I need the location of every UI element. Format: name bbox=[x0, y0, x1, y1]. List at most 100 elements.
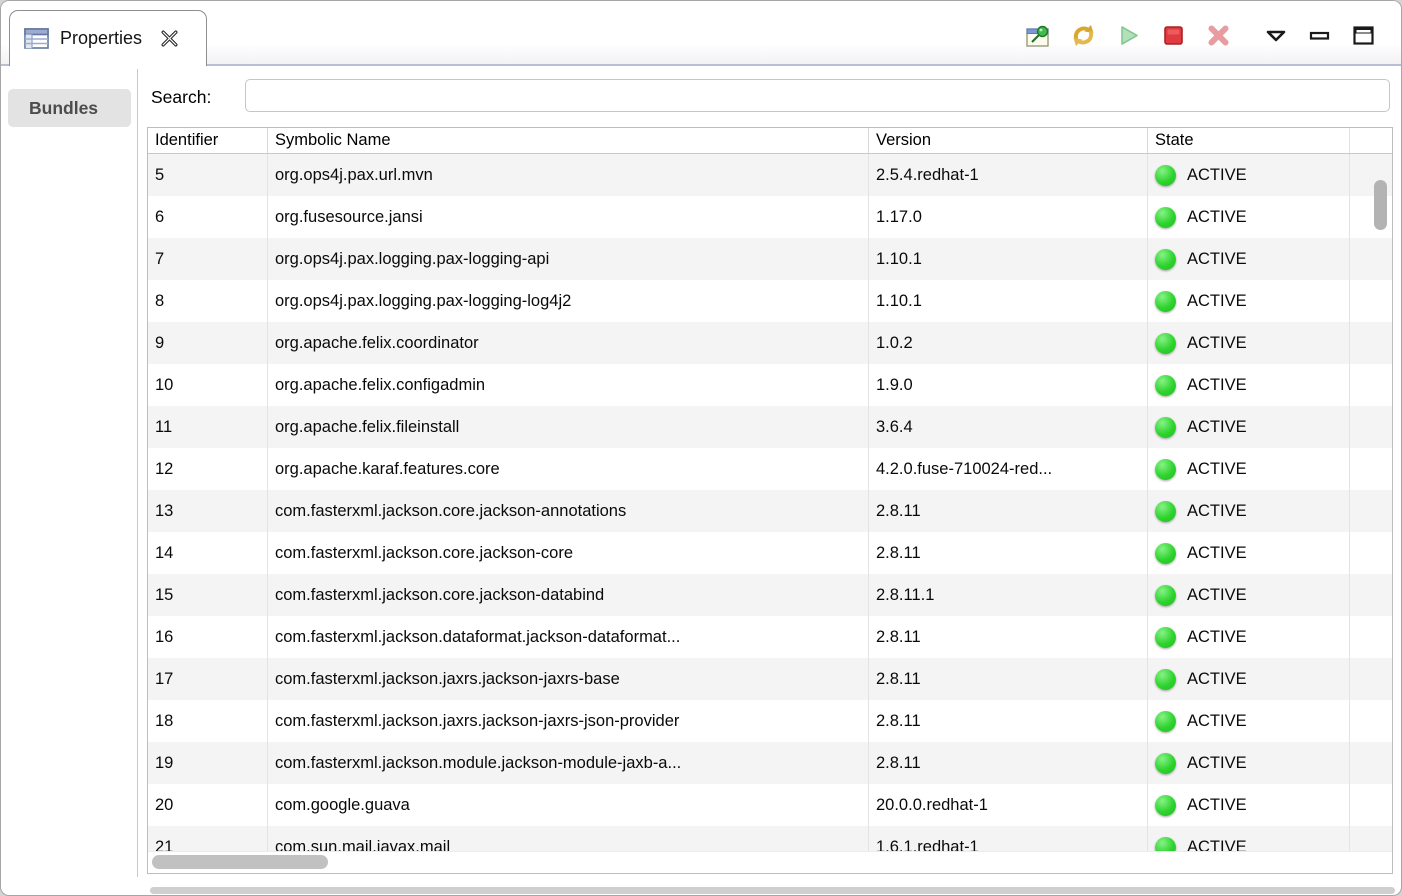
table-row[interactable]: 11 org.apache.felix.fileinstall 3.6.4 AC… bbox=[148, 406, 1392, 448]
active-state-icon bbox=[1155, 669, 1176, 690]
tab-bar: Properties bbox=[1, 1, 1401, 66]
cell-symbolic-name: org.fusesource.jansi bbox=[267, 196, 868, 238]
table-row[interactable]: 10 org.apache.felix.configadmin 1.9.0 AC… bbox=[148, 364, 1392, 406]
active-state-icon bbox=[1155, 249, 1176, 270]
cell-state: ACTIVE bbox=[1147, 574, 1349, 616]
sidebar: Bundles bbox=[1, 66, 138, 895]
table-row[interactable]: 15 com.fasterxml.jackson.core.jackson-da… bbox=[148, 574, 1392, 616]
table-row[interactable]: 16 com.fasterxml.jackson.dataformat.jack… bbox=[148, 616, 1392, 658]
cell-filler bbox=[1349, 322, 1392, 364]
minimize-button[interactable] bbox=[1306, 22, 1333, 49]
cell-filler bbox=[1349, 406, 1392, 448]
table-row[interactable]: 13 com.fasterxml.jackson.core.jackson-an… bbox=[148, 490, 1392, 532]
table-row[interactable]: 6 org.fusesource.jansi 1.17.0 ACTIVE bbox=[148, 196, 1392, 238]
state-label: ACTIVE bbox=[1187, 502, 1247, 521]
horizontal-scrollbar-thumb[interactable] bbox=[152, 855, 328, 869]
cell-version: 2.5.4.redhat-1 bbox=[868, 154, 1147, 196]
cell-version: 1.10.1 bbox=[868, 280, 1147, 322]
cell-symbolic-name: com.fasterxml.jackson.core.jackson-core bbox=[267, 532, 868, 574]
active-state-icon bbox=[1155, 375, 1176, 396]
bottom-sash[interactable] bbox=[150, 887, 1395, 894]
close-icon[interactable] bbox=[159, 28, 180, 49]
cell-version: 2.8.11 bbox=[868, 616, 1147, 658]
stop-button[interactable] bbox=[1160, 22, 1187, 49]
active-state-icon bbox=[1155, 501, 1176, 522]
column-header-state[interactable]: State bbox=[1147, 128, 1349, 153]
cell-identifier: 11 bbox=[148, 406, 267, 448]
pin-window-button[interactable] bbox=[1025, 22, 1052, 49]
cell-state: ACTIVE bbox=[1147, 280, 1349, 322]
cell-state: ACTIVE bbox=[1147, 154, 1349, 196]
main-panel: Search: Identifier Symbolic Name Version… bbox=[138, 66, 1401, 895]
cell-identifier: 19 bbox=[148, 742, 267, 784]
vertical-scrollbar-thumb[interactable] bbox=[1374, 180, 1387, 230]
cell-symbolic-name: com.fasterxml.jackson.core.jackson-datab… bbox=[267, 574, 868, 616]
view-menu-icon bbox=[1264, 28, 1288, 44]
column-header-identifier[interactable]: Identifier bbox=[148, 128, 267, 153]
cell-filler bbox=[1349, 700, 1392, 742]
cell-identifier: 20 bbox=[148, 784, 267, 826]
cell-version: 1.0.2 bbox=[868, 322, 1147, 364]
tab-properties[interactable]: Properties bbox=[9, 10, 207, 66]
cell-symbolic-name: org.apache.karaf.features.core bbox=[267, 448, 868, 490]
state-label: ACTIVE bbox=[1187, 166, 1247, 185]
sidebar-item-bundles[interactable]: Bundles bbox=[8, 89, 131, 127]
column-header-version[interactable]: Version bbox=[868, 128, 1147, 153]
state-label: ACTIVE bbox=[1187, 292, 1247, 311]
cell-symbolic-name: com.fasterxml.jackson.dataformat.jackson… bbox=[267, 616, 868, 658]
pin-window-icon bbox=[1025, 23, 1052, 48]
table-row[interactable]: 12 org.apache.karaf.features.core 4.2.0.… bbox=[148, 448, 1392, 490]
cell-version: 2.8.11 bbox=[868, 700, 1147, 742]
cell-version: 2.8.11.1 bbox=[868, 574, 1147, 616]
cell-filler bbox=[1349, 742, 1392, 784]
state-label: ACTIVE bbox=[1187, 586, 1247, 605]
cell-state: ACTIVE bbox=[1147, 322, 1349, 364]
table-row[interactable]: 9 org.apache.felix.coordinator 1.0.2 ACT… bbox=[148, 322, 1392, 364]
table-row[interactable]: 7 org.ops4j.pax.logging.pax-logging-api … bbox=[148, 238, 1392, 280]
column-header-symbolic-name[interactable]: Symbolic Name bbox=[267, 128, 868, 153]
cell-version: 1.17.0 bbox=[868, 196, 1147, 238]
active-state-icon bbox=[1155, 417, 1176, 438]
active-state-icon bbox=[1155, 291, 1176, 312]
cell-identifier: 12 bbox=[148, 448, 267, 490]
state-label: ACTIVE bbox=[1187, 334, 1247, 353]
table-row[interactable]: 17 com.fasterxml.jackson.jaxrs.jackson-j… bbox=[148, 658, 1392, 700]
cell-filler bbox=[1349, 616, 1392, 658]
cell-identifier: 18 bbox=[148, 700, 267, 742]
table-row[interactable]: 14 com.fasterxml.jackson.core.jackson-co… bbox=[148, 532, 1392, 574]
table-row[interactable]: 20 com.google.guava 20.0.0.redhat-1 ACTI… bbox=[148, 784, 1392, 826]
cell-identifier: 10 bbox=[148, 364, 267, 406]
active-state-icon bbox=[1155, 333, 1176, 354]
active-state-icon bbox=[1155, 165, 1176, 186]
table-row[interactable]: 5 org.ops4j.pax.url.mvn 2.5.4.redhat-1 A… bbox=[148, 154, 1392, 196]
delete-button[interactable] bbox=[1205, 22, 1232, 49]
active-state-icon bbox=[1155, 585, 1176, 606]
active-state-icon bbox=[1155, 207, 1176, 228]
cell-filler bbox=[1349, 364, 1392, 406]
cell-symbolic-name: org.apache.felix.coordinator bbox=[267, 322, 868, 364]
search-label: Search: bbox=[151, 87, 211, 108]
table-row[interactable]: 19 com.fasterxml.jackson.module.jackson-… bbox=[148, 742, 1392, 784]
table-row[interactable]: 18 com.fasterxml.jackson.jaxrs.jackson-j… bbox=[148, 700, 1392, 742]
view-menu-button[interactable] bbox=[1262, 22, 1289, 49]
cell-identifier: 8 bbox=[148, 280, 267, 322]
table-icon bbox=[24, 28, 49, 49]
cell-symbolic-name: com.fasterxml.jackson.jaxrs.jackson-jaxr… bbox=[267, 658, 868, 700]
table-row[interactable]: 8 org.ops4j.pax.logging.pax-logging-log4… bbox=[148, 280, 1392, 322]
cell-filler bbox=[1349, 532, 1392, 574]
cell-version: 20.0.0.redhat-1 bbox=[868, 784, 1147, 826]
search-input[interactable] bbox=[245, 79, 1390, 112]
cell-version: 4.2.0.fuse-710024-red... bbox=[868, 448, 1147, 490]
refresh-button[interactable] bbox=[1070, 22, 1097, 49]
state-label: ACTIVE bbox=[1187, 544, 1247, 563]
maximize-button[interactable] bbox=[1350, 22, 1377, 49]
cell-filler bbox=[1349, 658, 1392, 700]
cell-identifier: 15 bbox=[148, 574, 267, 616]
active-state-icon bbox=[1155, 627, 1176, 648]
active-state-icon bbox=[1155, 459, 1176, 480]
cell-symbolic-name: org.apache.felix.fileinstall bbox=[267, 406, 868, 448]
cell-version: 1.10.1 bbox=[868, 238, 1147, 280]
play-button[interactable] bbox=[1115, 22, 1142, 49]
state-label: ACTIVE bbox=[1187, 460, 1247, 479]
horizontal-scrollbar-track[interactable] bbox=[148, 851, 1392, 873]
